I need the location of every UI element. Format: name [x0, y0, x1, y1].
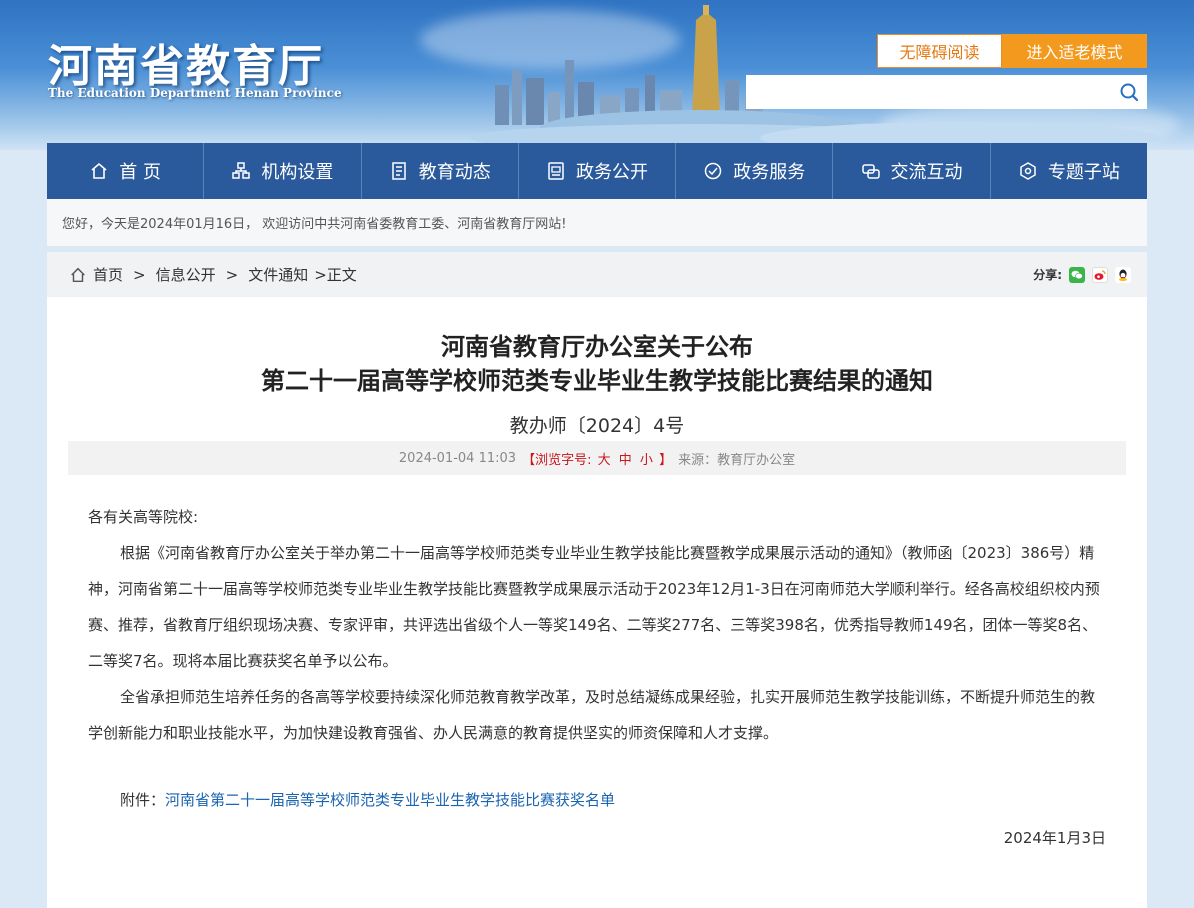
nav-item-interact[interactable]: 交流互动 — [833, 143, 991, 199]
article-container: 河南省教育厅办公室关于公布 第二十一届高等学校师范类专业毕业生教学技能比赛结果的… — [47, 297, 1147, 908]
nav-item-label: 政务服务 — [733, 162, 806, 183]
home-icon — [91, 162, 107, 179]
gov-open-icon — [548, 162, 564, 180]
signature-date: 2024年1月3日 — [1003, 829, 1106, 847]
article-source: 来源：教育厅办公室 — [678, 452, 796, 468]
org-icon — [232, 162, 251, 179]
publish-date: 2024-01-04 11:03 — [398, 450, 517, 466]
nav-item-home[interactable]: 首 页 — [47, 143, 205, 199]
font-size-large[interactable]: 大 — [598, 453, 611, 468]
breadcrumb-bar: 首页 > 信息公开 > 文件通知 >正文 分享: — [47, 252, 1147, 297]
font-size-small[interactable]: 小 — [640, 453, 653, 468]
search-icon — [1120, 83, 1139, 102]
font-size-control: 【浏览字号: 大 中 小 】 — [522, 449, 672, 468]
nav-item-label: 教育动态 — [418, 162, 491, 183]
share-label: 分享: — [1033, 268, 1062, 282]
breadcrumb-separator: > — [225, 265, 239, 284]
document-number: 教办师〔2024〕4号 — [509, 415, 685, 437]
topic-icon — [1020, 162, 1036, 180]
attachment-label: 附件： — [120, 791, 166, 809]
interact-icon — [861, 164, 880, 179]
article-body: 根据《河南省教育厅办公室关于举办第二十一届高等学校师范类专业毕业生教学技能比赛暨… — [88, 535, 1108, 751]
search-box — [746, 75, 1147, 109]
search-button[interactable] — [1111, 75, 1147, 109]
attachment: 附件：河南省第二十一届高等学校师范类专业毕业生教学技能比赛获奖名单 — [120, 789, 615, 810]
qq-share-icon[interactable] — [1115, 266, 1131, 283]
share-bar: 分享: — [1033, 266, 1131, 283]
welcome-bar: 您好，今天是2024年01月16日， 欢迎访问中共河南省委教育工委、河南省教育厅… — [47, 199, 1147, 247]
elder-mode-button[interactable]: 进入适老模式 — [1002, 34, 1147, 68]
site-logo-subtitle: The Education Department Henan Province — [48, 86, 342, 100]
breadcrumb-current: >正文 — [314, 266, 357, 284]
font-size-label-close: 】 — [659, 452, 673, 468]
breadcrumb: 首页 > 信息公开 > 文件通知 >正文 — [69, 264, 357, 285]
wechat-share-icon[interactable] — [1069, 266, 1085, 283]
paragraph-2: 全省承担师范生培养任务的各高等学校要持续深化师范教育教学改革，及时总结凝练成果经… — [88, 688, 1096, 742]
article-meta: 2024-01-04 11:03 【浏览字号: 大 中 小 】 来源：教育厅办公… — [68, 441, 1126, 475]
breadcrumb-separator: > — [133, 265, 146, 284]
nav-item-gov-open[interactable]: 政务公开 — [519, 143, 677, 199]
nav-item-label: 机构设置 — [261, 162, 334, 183]
nav-item-news[interactable]: 教育动态 — [362, 143, 519, 199]
nav-item-label: 交流互动 — [890, 162, 963, 183]
search-input[interactable] — [746, 77, 1111, 107]
article-title-line2: 第二十一届高等学校师范类专业毕业生教学技能比赛结果的通知 — [261, 367, 933, 395]
nav-item-org[interactable]: 机构设置 — [204, 143, 362, 199]
nav-item-service[interactable]: 政务服务 — [676, 143, 834, 199]
nav-item-label: 专题子站 — [1047, 162, 1120, 183]
home-icon — [71, 267, 85, 282]
service-icon — [705, 162, 722, 180]
attachment-link[interactable]: 河南省第二十一届高等学校师范类专业毕业生教学技能比赛获奖名单 — [165, 791, 615, 809]
breadcrumb-home[interactable]: 首页 — [93, 264, 123, 285]
nav-item-label: 政务公开 — [575, 162, 648, 183]
main-nav: 首 页 机构设置 教育动态 政务公开 政务服务 交流互动 专题子站 — [47, 143, 1147, 199]
accessible-reading-button[interactable]: 无障碍阅读 — [877, 34, 1002, 68]
salutation: 各有关高等院校: — [88, 508, 199, 526]
breadcrumb-file-notice[interactable]: 文件通知 — [248, 264, 308, 285]
font-size-medium[interactable]: 中 — [619, 453, 632, 468]
nav-item-label: 首 页 — [119, 162, 161, 183]
font-size-label: 【浏览字号: — [522, 452, 592, 468]
news-icon — [391, 162, 406, 180]
breadcrumb-info-open[interactable]: 信息公开 — [156, 264, 216, 285]
paragraph-1: 根据《河南省教育厅办公室关于举办第二十一届高等学校师范类专业毕业生教学技能比赛暨… — [88, 544, 1100, 670]
site-logo-title[interactable]: 河南省教育厅 — [48, 30, 324, 94]
nav-item-topic[interactable]: 专题子站 — [991, 143, 1147, 199]
article-title-line1: 河南省教育厅办公室关于公布 — [441, 333, 753, 361]
weibo-share-icon[interactable] — [1092, 266, 1108, 283]
